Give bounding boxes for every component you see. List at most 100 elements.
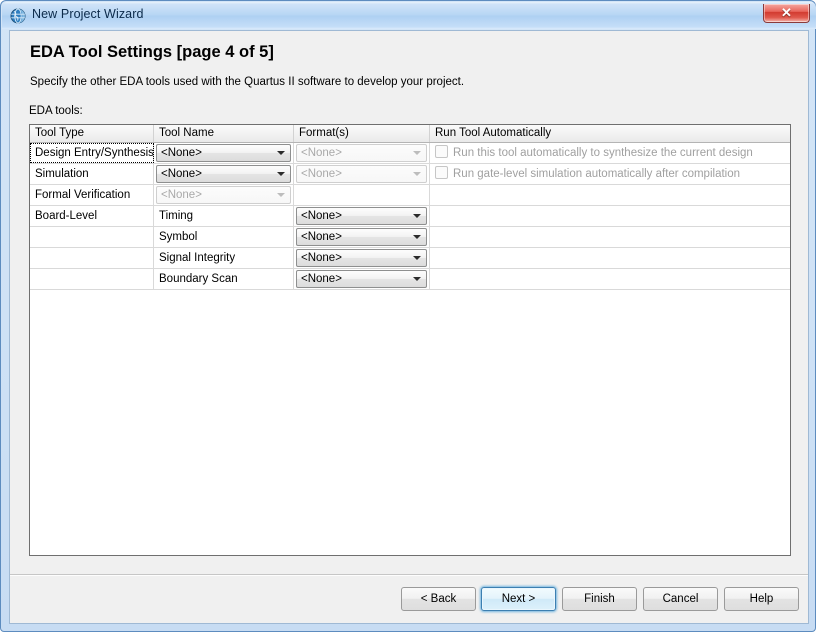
eda-tools-table: Tool Type Tool Name Format(s) Run Tool Auto… (29, 124, 791, 556)
cell-tool-name[interactable]: <None> (154, 185, 294, 205)
column-header-format-s[interactable]: Format(s) (294, 125, 430, 142)
cell-format-s[interactable]: <None> (294, 143, 430, 163)
cell-tool-type[interactable]: Board-Level (30, 206, 154, 226)
checkbox-label: Run gate-level simulation automatically … (453, 168, 741, 180)
close-icon: ✕ (781, 5, 792, 20)
table-header-row: Tool Type Tool Name Format(s) Run Tool Auto… (30, 125, 790, 143)
cell-run-tool-automatically[interactable]: Run this tool automatically to synthesiz… (430, 143, 790, 163)
cell-label: Simulation (35, 168, 89, 180)
finish-button[interactable]: Finish (562, 587, 637, 611)
cell-format-s[interactable]: <None> (294, 227, 430, 247)
dropdown-format-s-row2: <None> (296, 165, 427, 183)
chevron-down-icon (277, 172, 285, 176)
dropdown-format-s-row5[interactable]: <None> (296, 228, 427, 246)
cell-label: Formal Verification (35, 189, 131, 201)
cell-tool-name[interactable]: <None> (154, 164, 294, 184)
chevron-down-icon (413, 235, 421, 239)
checkbox-icon (435, 145, 448, 158)
column-header-tool-name[interactable]: Tool Name (154, 125, 294, 142)
chevron-down-icon (413, 256, 421, 260)
quartus-globe-icon (10, 8, 26, 24)
cell-tool-name[interactable]: Timing (154, 206, 294, 226)
cell-label (30, 269, 153, 289)
back-button[interactable]: < Back (401, 587, 476, 611)
cell-tool-type[interactable] (30, 269, 154, 289)
help-button[interactable]: Help (724, 587, 799, 611)
chevron-down-icon (413, 151, 421, 155)
dialog-client-area: EDA Tool Settings [page 4 of 5] Specify … (9, 30, 809, 624)
dropdown-format-s-row1: <None> (296, 144, 427, 162)
combo-value: <None> (161, 189, 202, 201)
cell-tool-name[interactable]: Boundary Scan (154, 269, 294, 289)
cell-format-s[interactable] (294, 185, 430, 205)
cell-label: Board-Level (35, 210, 98, 222)
chevron-down-icon (277, 193, 285, 197)
cell-format-s[interactable]: <None> (294, 248, 430, 268)
cell-label: Symbol (159, 231, 198, 243)
page-title: EDA Tool Settings [page 4 of 5] (30, 43, 274, 61)
title-bar: New Project Wizard ✕ (2, 2, 816, 29)
dropdown-tool-name-row1[interactable]: <None> (156, 144, 291, 162)
column-header-tool-type[interactable]: Tool Type (30, 125, 154, 142)
table-row[interactable]: Symbol <None> (30, 227, 790, 248)
cell-run-tool-automatically[interactable] (430, 206, 790, 226)
dropdown-tool-name-row3: <None> (156, 186, 291, 204)
table-row[interactable]: Formal Verification <None> (30, 185, 790, 206)
cell-label: Boundary Scan (159, 273, 238, 285)
cell-label (30, 227, 153, 247)
cell-format-s[interactable]: <None> (294, 206, 430, 226)
cancel-button[interactable]: Cancel (643, 587, 718, 611)
combo-value: <None> (301, 273, 342, 285)
window-title: New Project Wizard (32, 7, 144, 21)
chevron-down-icon (413, 277, 421, 281)
chevron-down-icon (277, 151, 285, 155)
run-tool-checkbox-row2: Run gate-level simulation automatically … (435, 166, 740, 183)
dropdown-tool-name-row2[interactable]: <None> (156, 165, 291, 183)
column-header-run-tool-automatically[interactable]: Run Tool Automatically (430, 125, 790, 142)
combo-value: <None> (301, 168, 342, 180)
cell-run-tool-automatically[interactable] (430, 248, 790, 268)
cell-run-tool-automatically[interactable] (430, 269, 790, 289)
cell-tool-type[interactable]: Design Entry/Synthesis (30, 143, 154, 163)
cell-label: Signal Integrity (159, 252, 236, 264)
table-row[interactable]: Simulation <None> <None> Run gate-level sim… (30, 164, 790, 185)
table-row[interactable]: Boundary Scan <None> (30, 269, 790, 290)
table-row[interactable]: Signal Integrity <None> (30, 248, 790, 269)
cell-run-tool-automatically[interactable] (430, 227, 790, 247)
cell-tool-name[interactable]: Symbol (154, 227, 294, 247)
dialog-window: New Project Wizard ✕ EDA Tool Settings [… (0, 0, 816, 632)
run-tool-checkbox-row1: Run this tool automatically to synthesiz… (435, 145, 753, 162)
cell-tool-type[interactable] (30, 248, 154, 268)
checkbox-label: Run this tool automatically to synthesiz… (453, 147, 753, 159)
table-row[interactable]: Board-Level Timing <None> (30, 206, 790, 227)
eda-tools-label: EDA tools: (29, 105, 83, 117)
page-description: Specify the other EDA tools used with th… (30, 76, 465, 88)
dropdown-format-s-row4[interactable]: <None> (296, 207, 427, 225)
cell-label: Timing (159, 210, 194, 222)
chevron-down-icon (413, 172, 421, 176)
combo-value: <None> (301, 252, 342, 264)
dropdown-format-s-row6[interactable]: <None> (296, 249, 427, 267)
combo-value: <None> (301, 147, 342, 159)
combo-value: <None> (301, 231, 342, 243)
cell-run-tool-automatically[interactable]: Run gate-level simulation automatically … (430, 164, 790, 184)
footer-separator (10, 574, 808, 576)
combo-value: <None> (301, 210, 342, 222)
next-button[interactable]: Next > (481, 587, 556, 611)
cell-tool-name[interactable]: <None> (154, 143, 294, 163)
close-button[interactable]: ✕ (763, 4, 810, 23)
cell-label: Design Entry/Synthesis (35, 147, 154, 159)
checkbox-icon (435, 166, 448, 179)
cell-tool-type[interactable] (30, 227, 154, 247)
cell-tool-name[interactable]: Signal Integrity (154, 248, 294, 268)
cell-tool-type[interactable]: Formal Verification (30, 185, 154, 205)
combo-value: <None> (161, 168, 202, 180)
dropdown-format-s-row7[interactable]: <None> (296, 270, 427, 288)
cell-format-s[interactable]: <None> (294, 269, 430, 289)
table-row[interactable]: Design Entry/Synthesis <None> <None> Run th… (30, 143, 790, 164)
cell-tool-type[interactable]: Simulation (30, 164, 154, 184)
cell-run-tool-automatically[interactable] (430, 185, 790, 205)
cell-label (30, 248, 153, 268)
cell-format-s[interactable]: <None> (294, 164, 430, 184)
combo-value: <None> (161, 147, 202, 159)
